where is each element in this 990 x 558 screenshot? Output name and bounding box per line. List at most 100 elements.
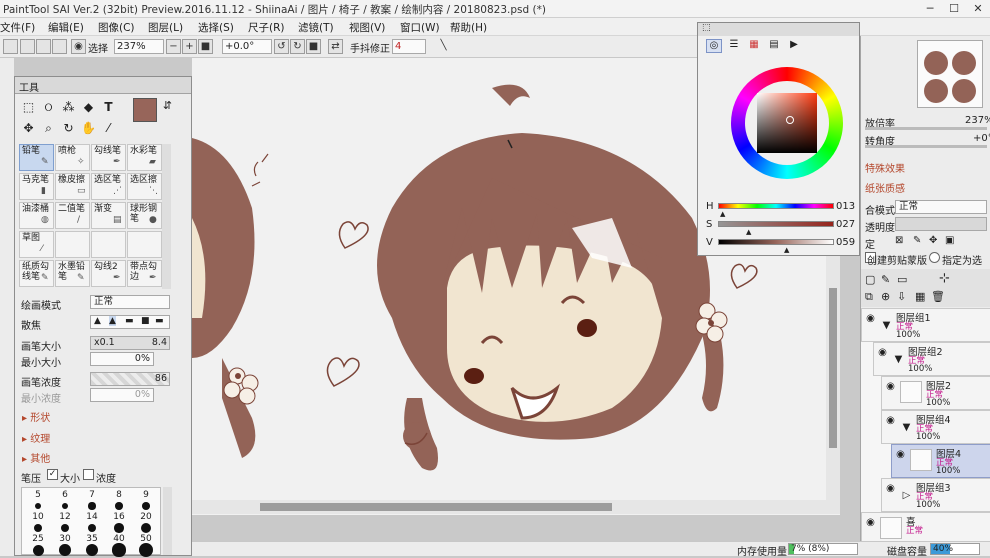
saturation-slider-thumb[interactable]: ▲: [746, 228, 751, 236]
toolbar-button-2[interactable]: [20, 39, 35, 54]
navigator-preview[interactable]: [917, 40, 983, 108]
blur-shape-4-icon[interactable]: ■: [141, 316, 150, 326]
size-preset-label[interactable]: 14: [82, 512, 102, 522]
line-icon[interactable]: ╲: [436, 39, 451, 54]
layer-folder-toggle-icon[interactable]: ▼: [900, 421, 913, 434]
saturation-value[interactable]: 027: [836, 219, 855, 230]
size-preset-dot[interactable]: [139, 543, 153, 557]
shape-icon[interactable]: ◆: [80, 99, 97, 116]
layer-visibility-eye-icon[interactable]: ◉: [894, 448, 907, 461]
zoom-value[interactable]: 237%: [965, 115, 990, 126]
layer-copy-icon[interactable]: ⧉: [865, 290, 873, 304]
toolbar-button-3[interactable]: [36, 39, 51, 54]
angle-value[interactable]: +0°: [973, 133, 990, 144]
size-preset-label[interactable]: 25: [28, 534, 48, 544]
lock-all-icon[interactable]: ▣: [945, 235, 954, 246]
stabilizer-select[interactable]: 4: [392, 39, 426, 54]
color-wheel-tab-icon[interactable]: ◎: [706, 39, 722, 53]
lock-transparency-icon[interactable]: ⊠: [895, 235, 903, 246]
move-icon[interactable]: ✥: [20, 120, 37, 137]
swap-colors-icon[interactable]: ⇵: [159, 97, 176, 114]
rotate-right-button[interactable]: ↻: [290, 39, 305, 54]
value-slider-thumb[interactable]: ▲: [784, 246, 789, 254]
size-preset-dot[interactable]: [33, 523, 43, 533]
brush-slot[interactable]: 选区笔 ⋰: [91, 173, 126, 200]
brush-slot[interactable]: 勾线笔 ✒: [91, 144, 126, 171]
size-preset-dot[interactable]: [112, 543, 126, 557]
size-preset-label[interactable]: 9: [136, 490, 156, 500]
blur-shape-selector[interactable]: ▲ ▲ ▬ ■ ▬: [90, 315, 170, 329]
size-preset-dot[interactable]: [114, 523, 124, 533]
layer-visibility-eye-icon[interactable]: ◉: [884, 482, 897, 495]
text-tool-icon[interactable]: T: [100, 99, 117, 116]
value-value[interactable]: 059: [836, 237, 855, 248]
flip-icon[interactable]: ⇄: [328, 39, 343, 54]
special-effect-section[interactable]: 特殊效果: [865, 160, 905, 175]
brush-slot[interactable]: 橡皮擦 ▭: [55, 173, 90, 200]
new-layer-icon[interactable]: ▢: [865, 273, 875, 286]
magic-wand-icon[interactable]: ⁂: [60, 99, 77, 116]
minimize-button[interactable]: ─: [918, 0, 942, 18]
lasso-icon[interactable]: ଠ: [40, 99, 57, 116]
brush-slot[interactable]: 二值笔 /: [55, 202, 90, 229]
brush-size-slider[interactable]: x0.1 8.4: [90, 336, 170, 350]
size-preset-dot[interactable]: [142, 502, 150, 510]
horizontal-scrollbar[interactable]: [192, 500, 840, 514]
layer-clear-icon[interactable]: ⊕: [881, 290, 890, 303]
menu-image[interactable]: 图像(C): [98, 20, 135, 35]
swatch-tab-icon[interactable]: ▤: [766, 39, 782, 53]
horizontal-scroll-thumb[interactable]: [260, 503, 612, 511]
maximize-button[interactable]: ☐: [942, 0, 966, 18]
menu-file[interactable]: 文件(F): [0, 20, 35, 35]
brush-slot[interactable]: 水彩笔 ▰: [127, 144, 162, 171]
size-presets-scrollbar[interactable]: [163, 487, 172, 555]
size-preset-label[interactable]: 16: [109, 512, 129, 522]
zoom-tool-icon[interactable]: ⌕: [40, 120, 57, 137]
zoom-reset-button[interactable]: ■: [198, 39, 213, 54]
brush-slot[interactable]: 选区擦 ⋱: [127, 173, 162, 200]
layer-visibility-eye-icon[interactable]: ◉: [884, 414, 897, 427]
size-preset-dot[interactable]: [88, 502, 96, 510]
palette-expand-icon[interactable]: ▶: [786, 39, 802, 53]
min-density-slider[interactable]: 0%: [90, 388, 154, 402]
shape-section[interactable]: ▸ 形状: [22, 409, 50, 424]
menu-help[interactable]: 帮助(H): [450, 20, 487, 35]
layer-visibility-eye-icon[interactable]: ◉: [864, 312, 877, 325]
size-preset-label[interactable]: 12: [55, 512, 75, 522]
size-preset-label[interactable]: 7: [82, 490, 102, 500]
layer-row[interactable]: ◉ ▷ 图层组3 正常 100%: [881, 478, 990, 512]
draw-mode-select[interactable]: 正常: [90, 295, 170, 309]
brush-slot[interactable]: 纸质勾线笔 ✎: [19, 260, 54, 287]
size-preset-label[interactable]: 6: [55, 490, 75, 500]
size-preset-dot[interactable]: [140, 522, 152, 534]
saturation-slider[interactable]: [718, 221, 834, 227]
blur-shape-5-icon[interactable]: ▬: [155, 316, 164, 326]
size-preset-label[interactable]: 35: [82, 534, 102, 544]
vertical-scroll-thumb[interactable]: [829, 288, 837, 448]
layer-merge-icon[interactable]: ⇩: [897, 290, 906, 303]
menu-view[interactable]: 视图(V): [349, 20, 385, 35]
toolbar-button-4[interactable]: [52, 39, 67, 54]
sv-cursor[interactable]: [786, 116, 794, 124]
brush-slot[interactable]: 球形钢笔 ●: [127, 202, 162, 229]
texture-section[interactable]: ▸ 纹理: [22, 430, 50, 445]
lock-move-icon[interactable]: ✥: [929, 235, 937, 246]
eye-icon[interactable]: ◉: [71, 39, 86, 54]
layer-folder-toggle-icon[interactable]: ▷: [900, 489, 913, 502]
select-source-radio[interactable]: [929, 252, 940, 263]
transform-icon[interactable]: ⊹: [939, 271, 950, 286]
pressure-density-checkbox[interactable]: [83, 469, 94, 480]
hue-ring[interactable]: [731, 67, 843, 179]
brush-slot[interactable]: [127, 231, 162, 258]
layer-row[interactable]: ◉ ▼ 图层组2 正常 100%: [873, 342, 990, 376]
brush-slot[interactable]: 喷枪 ✧: [55, 144, 90, 171]
size-preset-dot[interactable]: [60, 523, 70, 533]
pressure-size-checkbox[interactable]: ✓: [47, 469, 58, 480]
menu-filter[interactable]: 滤镜(T): [298, 20, 334, 35]
layer-visibility-eye-icon[interactable]: ◉: [876, 346, 889, 359]
zoom-out-button[interactable]: −: [166, 39, 181, 54]
size-preset-dot[interactable]: [32, 544, 44, 556]
layer-row[interactable]: ◉ 图层2 正常 100%: [881, 376, 990, 410]
layer-visibility-eye-icon[interactable]: ◉: [884, 380, 897, 393]
rotate-tool-icon[interactable]: ↻: [60, 120, 77, 137]
